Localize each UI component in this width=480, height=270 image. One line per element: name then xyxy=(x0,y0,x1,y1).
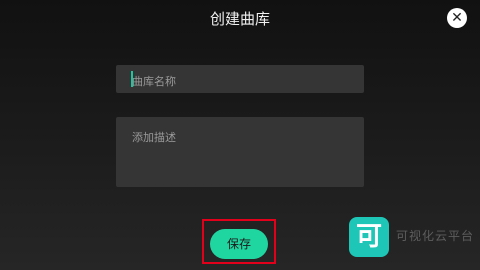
library-name-placeholder: 曲库名称 xyxy=(132,75,176,88)
watermark-logo-glyph: 可 xyxy=(355,222,382,252)
dialog-title: 创建曲库 xyxy=(209,10,270,28)
save-button[interactable]: 保存 xyxy=(210,229,268,259)
close-icon: ✕ xyxy=(451,10,463,26)
close-button[interactable]: ✕ xyxy=(447,8,467,28)
watermark-text: 可视化云平台 xyxy=(396,229,475,243)
library-name-input[interactable]: 曲库名称 xyxy=(116,65,364,93)
text-cursor xyxy=(131,71,133,87)
description-placeholder: 添加描述 xyxy=(132,131,176,144)
watermark-logo: 可 xyxy=(349,217,389,257)
description-input[interactable]: 添加描述 xyxy=(116,117,364,187)
